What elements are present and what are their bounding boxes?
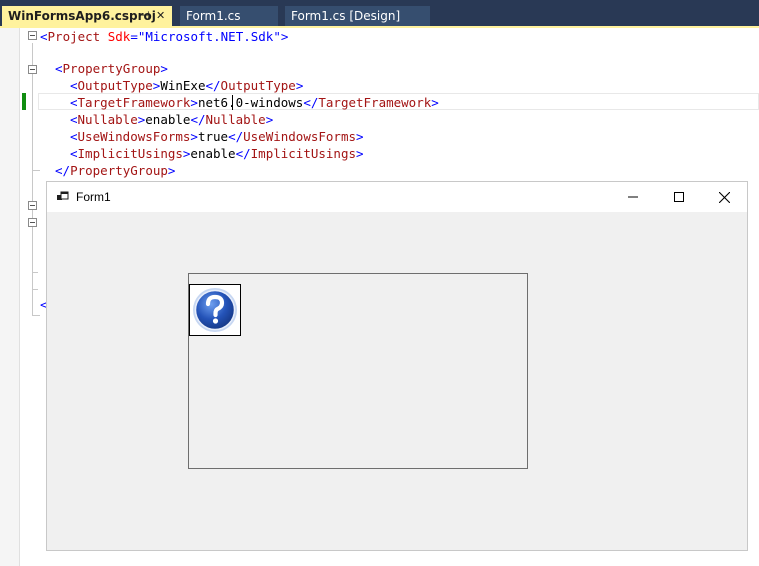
bracket: < [70,78,78,93]
collapse-itemgroup-icon[interactable] [28,218,37,227]
fold-guide [32,315,40,316]
xml-text: true [197,129,229,144]
bracket: > [295,78,304,93]
xml-tag: OutputType [77,78,153,93]
xml-text: net6.0-windows [197,95,304,110]
form-icon [57,191,69,200]
collapse-project-icon[interactable] [28,31,37,40]
bracket: > [190,95,198,110]
xml-tag: ImplicitUsings [77,146,183,161]
bracket: > [356,129,364,144]
code-line-9: </PropertyGroup> [55,162,175,179]
bracket: </ [55,163,71,178]
xml-text: WinExe [160,78,206,93]
xml-tag: PropertyGroup [62,61,161,76]
fold-guide [32,43,33,315]
fold-guide [32,289,38,290]
tab-label: WinFormsApp6.csproj [8,9,156,23]
maximize-icon [674,192,684,202]
xml-tag: Nullable [205,112,266,127]
minimize-icon [628,196,638,198]
tab-form1-cs-design[interactable]: Form1.cs [Design] [285,6,430,26]
xml-tag: UseWindowsForms [243,129,357,144]
tab-label: Form1.cs [Design] [291,9,401,23]
picturebox-control[interactable] [189,284,241,336]
xml-tag: TargetFramework [318,95,432,110]
fold-guide [32,272,38,273]
bracket: </ [205,78,221,93]
equals: = [130,29,138,44]
bracket: < [70,95,78,110]
fold-guide [32,170,40,171]
minimize-button[interactable] [610,182,656,212]
collapse-itemgroup-icon[interactable] [28,201,37,210]
bracket: > [265,112,274,127]
xml-tag: Project [47,29,101,44]
form-title: Form1 [76,190,111,204]
tab-winformsapp6-csproj[interactable]: WinFormsApp6.csproj ⊣ ✕ [2,6,172,26]
maximize-button[interactable] [656,182,702,212]
close-icon [718,191,730,203]
xml-text: enable [145,112,191,127]
pin-icon[interactable]: ⊣ [140,6,150,26]
xml-value: "Microsoft.NET.Sdk" [137,29,281,44]
bracket: > [431,95,439,110]
xml-tag: Nullable [77,112,138,127]
xml-tag: TargetFramework [77,95,191,110]
code-line-3: <PropertyGroup> [55,60,168,77]
form-designer-window[interactable]: Form1 [46,181,748,551]
code-line-1: <Project Sdk="Microsoft.NET.Sdk"> [40,28,288,45]
code-line-4: <OutputType>WinExe</OutputType> [70,77,303,94]
bracket: < [55,61,63,76]
close-tab-icon[interactable]: ✕ [156,6,165,26]
code-line-8: <ImplicitUsings>enable</ImplicitUsings> [70,145,364,162]
bracket: > [190,129,198,144]
bracket: < [40,29,48,44]
bracket: > [280,29,289,44]
code-line-6: <Nullable>enable</Nullable> [70,111,273,128]
question-mark-icon [193,288,237,332]
bracket: </ [235,146,251,161]
bracket: </ [228,129,244,144]
bracket: </ [303,95,319,110]
document-tab-strip: WinFormsApp6.csproj ⊣ ✕ Form1.cs Form1.c… [0,0,759,26]
xml-tag: OutputType [220,78,296,93]
code-line-7: <UseWindowsForms>true</UseWindowsForms> [70,128,364,145]
close-button[interactable] [701,182,747,212]
form-titlebar[interactable]: Form1 [47,182,747,212]
bracket: < [70,112,78,127]
bracket: < [70,146,78,161]
code-line-5: <TargetFramework>net6.0-windows</TargetF… [70,94,439,111]
text-caret [232,95,233,110]
bracket: > [160,61,168,76]
xml-tag: ImplicitUsings [250,146,356,161]
collapse-propertygroup-icon[interactable] [28,65,37,74]
tab-form1-cs[interactable]: Form1.cs [180,6,278,26]
xml-text: enable [190,146,236,161]
xml-tag: UseWindowsForms [77,129,191,144]
bracket: < [70,129,78,144]
bracket: </ [190,112,206,127]
indicator-margin [0,28,20,566]
xml-attribute: Sdk [100,29,131,44]
change-indicator [22,93,26,110]
tab-label: Form1.cs [186,9,241,23]
xml-tag: PropertyGroup [70,163,168,178]
bracket: > [167,163,176,178]
bracket: > [356,146,364,161]
